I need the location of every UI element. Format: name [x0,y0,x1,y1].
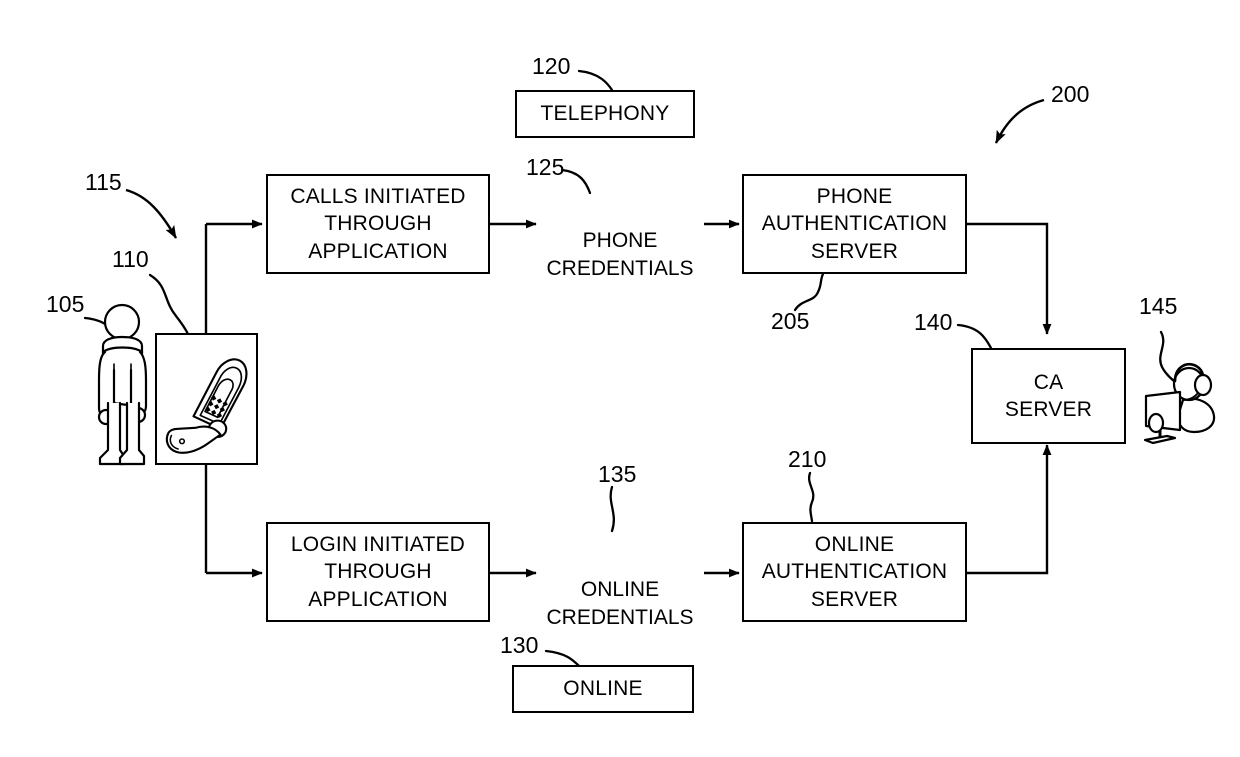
node-online[interactable]: ONLINE [512,665,694,713]
diagram-canvas: TELEPHONY CALLS INITIATED THROUGH APPLIC… [0,0,1240,757]
ref-105: 105 [46,291,85,317]
leader-130 [544,649,581,668]
node-calls-initiated-label: CALLS INITIATED THROUGH APPLICATION [290,185,466,263]
headset-agent-icon [1143,362,1216,445]
leader-210 [807,471,815,523]
node-telephony[interactable]: TELEPHONY [515,90,695,138]
ref-135: 135 [598,461,637,487]
node-online-label: ONLINE [563,677,643,701]
ref-125: 125 [526,154,565,180]
node-ca-server-label: CA SERVER [1004,370,1093,421]
ref-210: 210 [788,446,827,472]
node-calls-initiated[interactable]: CALLS INITIATED THROUGH APPLICATION [266,174,490,274]
node-phone-auth-server[interactable]: PHONE AUTHENTICATION SERVER [742,174,967,274]
node-login-initiated[interactable]: LOGIN INITIATED THROUGH APPLICATION [266,522,490,622]
node-phone-auth-server-label: PHONE AUTHENTICATION SERVER [761,185,948,263]
leader-140 [956,323,993,350]
pointer-arrow-200 [994,98,1045,144]
leader-135 [609,485,615,533]
ref-110: 110 [112,246,149,272]
arrow-online-auth-to-ca [967,444,1052,575]
figure-operator [1140,352,1232,445]
ref-145: 145 [1139,293,1178,319]
ref-115: 115 [85,169,122,195]
label-phone-credentials: PHONE CREDENTIALS [546,229,694,280]
pointer-arrow-115 [125,188,178,239]
ref-205: 205 [771,308,810,334]
label-online-credentials: ONLINE CREDENTIALS [546,578,694,629]
figure-mobile-phone-frame [155,333,258,465]
ref-140: 140 [914,309,953,335]
leader-125 [560,168,592,195]
node-telephony-label: TELEPHONY [540,102,670,126]
node-online-auth-server-label: ONLINE AUTHENTICATION SERVER [761,533,948,611]
leader-120 [577,69,614,92]
node-login-initiated-label: LOGIN INITIATED THROUGH APPLICATION [290,533,466,611]
ref-120: 120 [532,53,571,79]
ref-130: 130 [500,632,539,658]
leader-205 [793,272,825,312]
arrow-phone-auth-to-ca [967,222,1052,335]
node-ca-server[interactable]: CA SERVER [971,348,1126,444]
ref-200: 200 [1051,81,1090,107]
node-online-auth-server[interactable]: ONLINE AUTHENTICATION SERVER [742,522,967,622]
flip-phone-icon [165,358,248,454]
